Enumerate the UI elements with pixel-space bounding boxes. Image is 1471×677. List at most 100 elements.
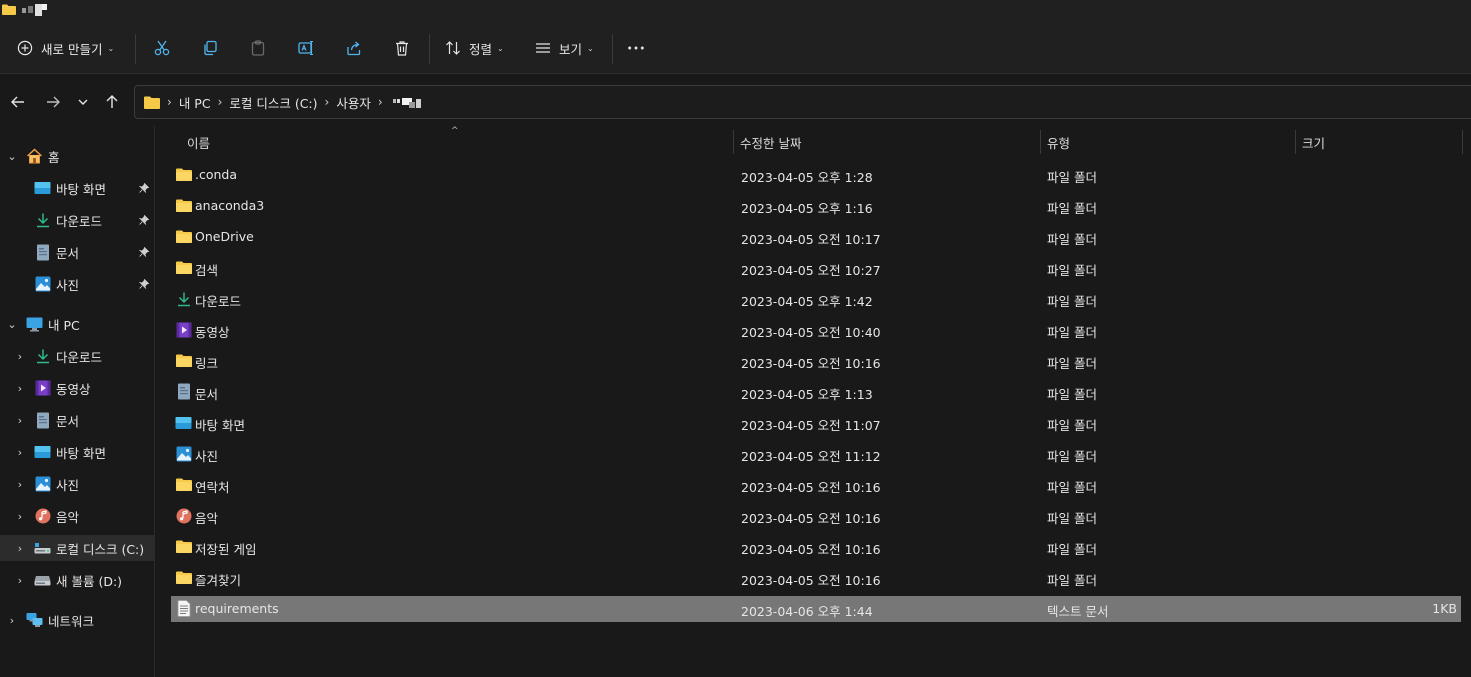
file-row[interactable]: 다운로드 2023-04-05 오후 1:42 파일 폴더 — [171, 286, 1461, 312]
forward-button[interactable] — [41, 90, 65, 114]
file-row[interactable]: 연락처 2023-04-05 오전 10:16 파일 폴더 — [171, 472, 1461, 498]
pin-icon[interactable] — [138, 278, 150, 290]
folder-icon — [2, 4, 16, 15]
file-name: 바탕 화면 — [195, 418, 245, 433]
sidebar-item-pc-pictures[interactable]: › 사진 — [0, 471, 154, 497]
file-row[interactable]: 저장된 게임 2023-04-05 오전 10:16 파일 폴더 — [171, 534, 1461, 560]
file-type: 파일 폴더 — [1047, 542, 1097, 557]
breadcrumb-user-redacted[interactable] — [392, 96, 427, 108]
breadcrumb-item[interactable]: 사용자 — [336, 93, 371, 112]
breadcrumb-item[interactable]: 내 PC — [179, 93, 211, 112]
file-row[interactable]: 문서 2023-04-05 오후 1:13 파일 폴더 — [171, 379, 1461, 405]
pin-icon[interactable] — [138, 246, 150, 258]
up-button[interactable] — [100, 90, 124, 114]
arrow-right-icon — [47, 96, 60, 108]
column-resize-handle[interactable] — [1462, 130, 1463, 154]
chevron-right-icon[interactable]: › — [7, 614, 17, 627]
vertical-scrollbar[interactable] — [1466, 126, 1471, 677]
file-size: 1KB — [1432, 601, 1457, 616]
computer-icon — [26, 316, 43, 333]
column-header-type[interactable]: 유형 — [1041, 128, 1295, 156]
desktop-icon — [34, 444, 51, 461]
file-row[interactable]: 링크 2023-04-05 오전 10:16 파일 폴더 — [171, 348, 1461, 374]
sidebar-item-this-pc[interactable]: ⌄ 내 PC — [0, 311, 154, 337]
navigation-pane: ⌄ 홈 바탕 화면 다운로드 문서 사진 ⌄ 내 PC › 다운로드 › 동영상… — [0, 126, 155, 677]
file-date-modified: 2023-04-05 오전 10:16 — [741, 573, 881, 588]
file-name: anaconda3 — [195, 198, 265, 213]
sidebar-item-videos[interactable]: › 동영상 — [0, 375, 154, 401]
sidebar-item-music[interactable]: › 음악 — [0, 503, 154, 529]
sidebar-item-label: 다운로드 — [56, 213, 103, 229]
file-date-modified: 2023-04-05 오전 11:12 — [741, 449, 881, 464]
file-row[interactable]: 사진 2023-04-05 오전 11:12 파일 폴더 — [171, 441, 1461, 467]
folder-icon — [175, 166, 192, 183]
column-header-name[interactable]: 이름 — [181, 128, 733, 156]
chevron-right-icon[interactable]: › — [15, 414, 25, 427]
file-row[interactable]: 바탕 화면 2023-04-05 오전 11:07 파일 폴더 — [171, 410, 1461, 436]
sidebar-item-desktop[interactable]: 바탕 화면 — [0, 175, 154, 201]
file-row[interactable]: .conda 2023-04-05 오후 1:28 파일 폴더 — [171, 162, 1461, 188]
column-header-date[interactable]: 수정한 날짜 — [734, 128, 1040, 156]
more-options-button[interactable] — [627, 34, 645, 62]
file-name: 동영상 — [195, 325, 230, 340]
sidebar-item-documents[interactable]: 문서 — [0, 239, 154, 265]
document-icon — [175, 383, 192, 400]
rename-button[interactable] — [297, 34, 315, 62]
paste-button[interactable] — [249, 34, 267, 62]
sort-button[interactable]: 정렬 ⌄ — [444, 34, 504, 62]
pin-icon[interactable] — [138, 214, 150, 226]
chevron-right-icon[interactable]: › — [15, 382, 25, 395]
file-type: 파일 폴더 — [1047, 170, 1097, 185]
sidebar-item-label: 문서 — [56, 245, 80, 261]
file-row[interactable]: anaconda3 2023-04-05 오후 1:16 파일 폴더 — [171, 193, 1461, 219]
file-row[interactable]: requirements 2023-04-06 오후 1:44 텍스트 문서 1KB — [171, 596, 1461, 622]
file-row[interactable]: 음악 2023-04-05 오전 10:16 파일 폴더 — [171, 503, 1461, 529]
address-bar[interactable]: › 내 PC › 로컬 디스크 (C:) › 사용자 › — [134, 85, 1471, 119]
copy-button[interactable] — [201, 34, 219, 62]
recent-locations-button[interactable] — [71, 90, 95, 114]
cut-button[interactable] — [153, 34, 171, 62]
chevron-right-icon[interactable]: › — [15, 478, 25, 491]
sidebar-item-pc-downloads[interactable]: › 다운로드 — [0, 343, 154, 369]
delete-button[interactable] — [393, 34, 411, 62]
file-row[interactable]: 즐겨찾기 2023-04-05 오전 10:16 파일 폴더 — [171, 565, 1461, 591]
divider — [612, 34, 613, 64]
chevron-right-icon[interactable]: › — [15, 510, 25, 523]
view-label: 보기 — [559, 41, 583, 57]
file-type: 파일 폴더 — [1047, 418, 1097, 433]
sidebar-item-home[interactable]: ⌄ 홈 — [0, 143, 154, 169]
back-button[interactable] — [6, 90, 30, 114]
chevron-right-icon[interactable]: › — [15, 350, 25, 363]
desktop-icon — [175, 414, 192, 431]
breadcrumb-separator: › — [377, 95, 383, 109]
chevron-right-icon[interactable]: › — [15, 446, 25, 459]
chevron-down-icon: ⌄ — [7, 317, 17, 331]
sidebar-item-pc-desktop[interactable]: › 바탕 화면 — [0, 439, 154, 465]
sidebar-item-volume-d[interactable]: › 새 볼륨 (D:) — [0, 567, 154, 593]
view-button[interactable]: 보기 ⌄ — [534, 34, 594, 62]
sidebar-item-local-disk-c[interactable]: › 로컬 디스크 (C:) — [0, 535, 154, 561]
chevron-right-icon[interactable]: › — [15, 542, 25, 555]
sidebar-item-pc-documents[interactable]: › 문서 — [0, 407, 154, 433]
file-date-modified: 2023-04-05 오전 10:40 — [741, 325, 881, 340]
file-row[interactable]: 검색 2023-04-05 오전 10:27 파일 폴더 — [171, 255, 1461, 281]
chevron-right-icon[interactable]: › — [15, 574, 25, 587]
pin-icon[interactable] — [138, 182, 150, 194]
file-type: 텍스트 문서 — [1047, 604, 1109, 619]
folder-icon — [175, 228, 192, 245]
file-type: 파일 폴더 — [1047, 480, 1097, 495]
sidebar-item-downloads[interactable]: 다운로드 — [0, 207, 154, 233]
share-button[interactable] — [345, 34, 363, 62]
breadcrumb-item[interactable]: 로컬 디스크 (C:) — [229, 93, 317, 112]
new-button[interactable]: 새로 만들기 ⌄ — [16, 34, 114, 62]
folder-icon — [175, 352, 192, 369]
file-type: 파일 폴더 — [1047, 387, 1097, 402]
sidebar-item-pictures[interactable]: 사진 — [0, 271, 154, 297]
file-row[interactable]: 동영상 2023-04-05 오전 10:40 파일 폴더 — [171, 317, 1461, 343]
divider — [429, 34, 430, 64]
column-header-size[interactable]: 크기 — [1296, 128, 1463, 156]
file-row[interactable]: OneDrive 2023-04-05 오전 10:17 파일 폴더 — [171, 224, 1461, 250]
sidebar-item-label: 사진 — [56, 477, 80, 493]
more-icon — [627, 39, 645, 57]
sidebar-item-network[interactable]: › 네트워크 — [0, 607, 154, 633]
